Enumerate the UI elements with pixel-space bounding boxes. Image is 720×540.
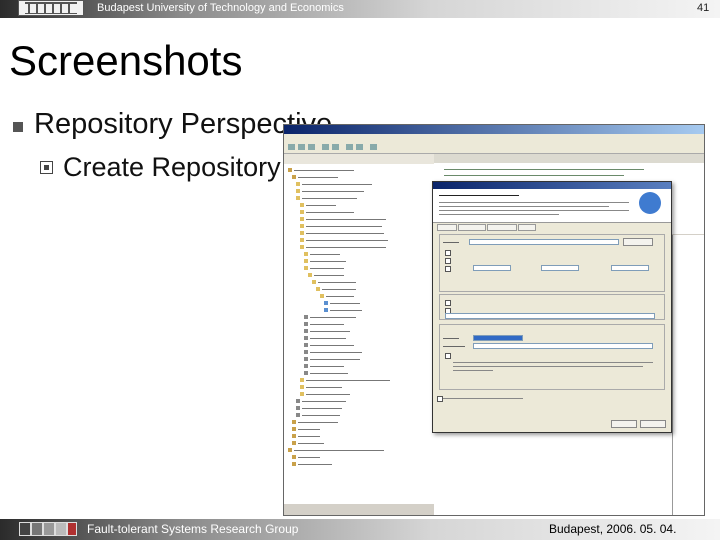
eclipse-screenshot — [283, 124, 705, 516]
university-building-icon — [18, 0, 84, 16]
right-pane — [672, 235, 704, 515]
bullet-level2: Create Repository — [63, 152, 281, 182]
slide-number: 41 — [697, 2, 710, 14]
bullet-square-icon — [13, 122, 23, 132]
header-institution: Budapest University of Technology and Ec… — [97, 2, 344, 14]
repository-tree — [284, 164, 435, 504]
slide-title: Screenshots — [9, 37, 243, 84]
footer-group-name: Fault-tolerant Systems Research Group — [87, 522, 299, 536]
bullet-hollow-square-icon — [40, 161, 53, 174]
svn-logo-icon — [639, 192, 661, 214]
editor-tabs — [434, 154, 704, 163]
repository-location-dialog — [432, 181, 672, 433]
footer-date: Budapest, 2006. 05. 04. — [549, 522, 677, 536]
ftsrg-logo-icon — [19, 522, 77, 537]
